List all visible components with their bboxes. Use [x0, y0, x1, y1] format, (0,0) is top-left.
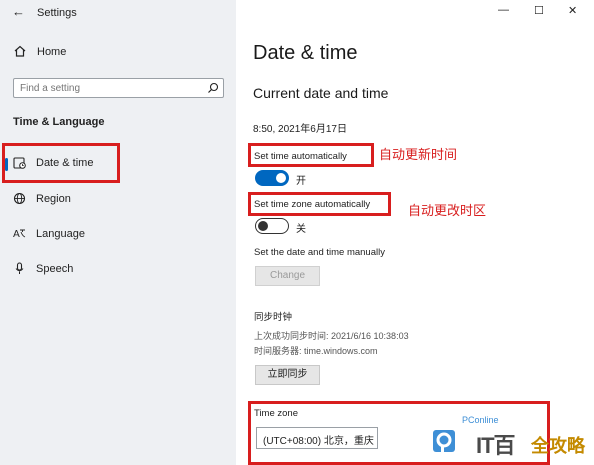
- back-button[interactable]: ←: [12, 4, 25, 19]
- section-title: Current date and time: [253, 85, 389, 101]
- timezone-label: Time zone: [254, 408, 298, 419]
- search-box[interactable]: [13, 78, 224, 98]
- change-button[interactable]: Change: [255, 266, 320, 286]
- microphone-icon: [15, 262, 24, 274]
- maximize-button[interactable]: ☐: [534, 4, 544, 17]
- highlight-box-auto-time: [248, 143, 374, 167]
- sync-heading: 同步时钟: [254, 312, 293, 323]
- sync-now-button[interactable]: 立即同步: [255, 365, 320, 385]
- main-panel: — ☐ ✕ Date & time Current date and time …: [236, 0, 594, 465]
- page-title: Date & time: [253, 42, 358, 64]
- svg-text:A: A: [13, 229, 20, 240]
- auto-zone-state: 关: [296, 224, 306, 235]
- minimize-button[interactable]: —: [498, 4, 509, 16]
- nav-home[interactable]: Home: [0, 42, 236, 64]
- annotation-auto-zone: 自动更改时区: [408, 203, 487, 218]
- app-title: Settings: [37, 7, 77, 19]
- auto-time-toggle[interactable]: [255, 170, 289, 186]
- sidebar-item-label: Language: [36, 228, 85, 240]
- sidebar-item-label: Region: [36, 193, 71, 205]
- sidebar-item-language[interactable]: A Language: [0, 223, 236, 247]
- watermark-tagline: 全攻略: [531, 436, 585, 456]
- auto-time-state: 开: [296, 176, 306, 187]
- sidebar-item-label: Speech: [36, 263, 74, 275]
- sidebar: ← Settings Home Time & Language Date & t…: [0, 0, 236, 465]
- current-date-time: 8:50, 2021年6月17日: [253, 124, 347, 135]
- toggle-knob: [258, 220, 268, 231]
- home-icon: [14, 45, 26, 57]
- watermark-brand: PConline: [462, 415, 499, 425]
- annotation-auto-time: 自动更新时间: [379, 147, 458, 162]
- section-label: Time & Language: [13, 116, 105, 128]
- toggle-knob: [276, 173, 286, 183]
- time-server-text: 时间服务器: time.windows.com: [254, 346, 378, 356]
- auto-zone-toggle[interactable]: [255, 218, 289, 234]
- search-icon[interactable]: [207, 82, 219, 94]
- search-input[interactable]: [20, 81, 200, 95]
- timezone-dropdown[interactable]: (UTC+08:00) 北京，重庆: [256, 427, 378, 449]
- close-button[interactable]: ✕: [568, 4, 577, 17]
- last-sync-text: 上次成功同步时间: 2021/6/16 10:38:03: [254, 331, 409, 341]
- nav-home-label: Home: [37, 46, 67, 58]
- pconline-logo-icon: [433, 430, 455, 453]
- manual-label: Set the date and time manually: [254, 247, 385, 258]
- globe-icon: [13, 192, 26, 205]
- highlight-box-date-time: [2, 143, 120, 183]
- watermark-logo-text: IT百: [476, 433, 516, 458]
- language-icon: A: [13, 229, 26, 240]
- title-bar: ← Settings: [0, 0, 236, 26]
- sidebar-item-speech[interactable]: Speech: [0, 258, 236, 282]
- sidebar-item-region[interactable]: Region: [0, 188, 236, 212]
- highlight-box-auto-zone: [248, 192, 391, 216]
